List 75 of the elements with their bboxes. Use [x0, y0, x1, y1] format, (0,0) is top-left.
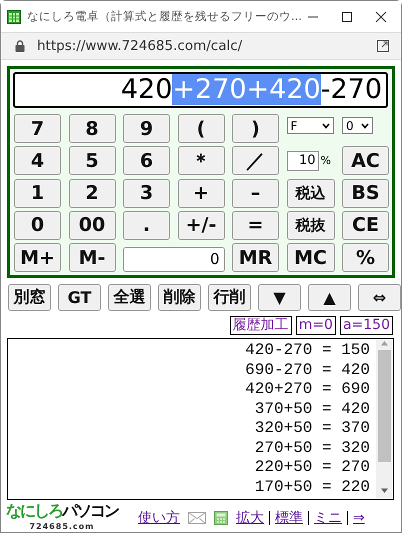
calculator-icon[interactable] [214, 510, 228, 525]
history-entry[interactable]: 690-270 = 420 [245, 360, 370, 380]
calculator-key[interactable]: 7 [14, 114, 61, 143]
history-entry[interactable]: 270+50 = 320 [254, 438, 370, 458]
url-text: https://www.724685.com/calc/ [37, 38, 244, 54]
toolbar-button[interactable]: ⇔ [358, 284, 401, 312]
calculator-key[interactable]: M+ [14, 243, 61, 272]
calculator-key[interactable]: 6 [123, 146, 170, 176]
scrollbar[interactable] [376, 339, 393, 500]
indicator-label: a=150 [340, 316, 393, 336]
footer-link[interactable]: ⇒ [353, 510, 365, 526]
toolbar-button[interactable]: 全選 [108, 284, 151, 312]
calculator-key[interactable]: ／ [232, 146, 279, 176]
close-icon[interactable] [375, 10, 387, 22]
spreadsheet-icon [7, 10, 21, 24]
footer-link[interactable]: 標準 [275, 508, 303, 527]
calculator-key[interactable]: CE [342, 210, 389, 240]
indicator-label: m=0 [296, 316, 336, 336]
maximize-icon[interactable] [341, 10, 353, 22]
toolbar-button[interactable]: ▼ [258, 284, 301, 312]
calculator-key[interactable]: 5 [68, 146, 116, 176]
calculator-key[interactable]: = [232, 210, 279, 240]
external-link-icon[interactable] [377, 40, 389, 52]
calculator-key[interactable]: 8 [68, 114, 116, 143]
history-entry[interactable]: 420-270 = 150 [245, 341, 370, 361]
history-entry[interactable]: 220+50 = 270 [254, 458, 370, 478]
scrollbar-thumb[interactable] [378, 350, 391, 462]
toolbar-button[interactable]: GT [58, 284, 101, 312]
calculator-key[interactable]: +/- [178, 210, 224, 240]
memory-field: 0 [123, 247, 224, 272]
calculator-key[interactable]: ( [178, 114, 224, 143]
calculator-key[interactable]: 3 [123, 178, 170, 208]
percent-label: % [320, 154, 331, 168]
lock-icon [15, 40, 25, 52]
calculator-key[interactable]: 00 [68, 210, 116, 240]
indicator-label: 履歴加工 [230, 316, 292, 336]
scroll-down-icon[interactable] [380, 487, 389, 496]
calculator-key[interactable]: – [232, 178, 279, 208]
calculator-key[interactable]: AC [342, 146, 389, 176]
history-entry[interactable]: 170+50 = 220 [254, 478, 370, 498]
caret-icon [361, 122, 369, 128]
calculator-key[interactable]: 4 [14, 146, 61, 176]
history-entry[interactable]: 370+50 = 420 [254, 400, 370, 420]
calculator-key[interactable]: ) [232, 114, 279, 143]
calculator-key[interactable]: + [178, 178, 224, 208]
calculator-display: 420+270+420-270 [13, 72, 388, 108]
dropdown[interactable]: 0 [342, 117, 373, 134]
toolbar-button[interactable]: 別窓 [8, 284, 51, 312]
tax-rate-field[interactable]: 10 [286, 150, 318, 171]
toolbar-button[interactable]: 削除 [158, 284, 201, 312]
calculator-key[interactable]: 税込 [286, 178, 334, 208]
footer-link[interactable]: 使い方 [138, 508, 180, 527]
calculator-key[interactable]: ＊ [178, 146, 224, 176]
caret-icon [322, 122, 330, 128]
history-entry[interactable]: 420+270 = 690 [245, 380, 370, 400]
calculator-key[interactable]: MC [286, 243, 334, 272]
calculator-key[interactable]: BS [342, 178, 389, 208]
history-entry[interactable]: 320+50 = 370 [254, 419, 370, 439]
calculator-key[interactable]: 0 [14, 210, 61, 240]
calculator-key[interactable]: M- [68, 243, 116, 272]
calculator-key[interactable]: 2 [68, 178, 116, 208]
calculator-key[interactable]: MR [232, 243, 279, 272]
calculator-key[interactable]: % [342, 243, 389, 272]
footer-link[interactable]: ミニ [314, 508, 342, 527]
logo-domain: 724685.com [29, 522, 94, 532]
dropdown[interactable]: F [286, 117, 334, 134]
calculator-key[interactable]: . [123, 210, 170, 240]
window-title: なにしろ電卓（計算式と履歴を残せるフリーのウ... [27, 9, 303, 24]
toolbar-button[interactable]: 行削 [208, 284, 251, 312]
footer-link[interactable]: 拡大 [236, 508, 264, 527]
site-logo[interactable]: なにしろパソコン [6, 501, 118, 522]
calculator-key[interactable]: 9 [123, 114, 170, 143]
calculator-key[interactable]: 税抜 [286, 210, 334, 240]
calculator-key[interactable]: 1 [14, 178, 61, 208]
toolbar-button[interactable]: ▲ [308, 284, 351, 312]
